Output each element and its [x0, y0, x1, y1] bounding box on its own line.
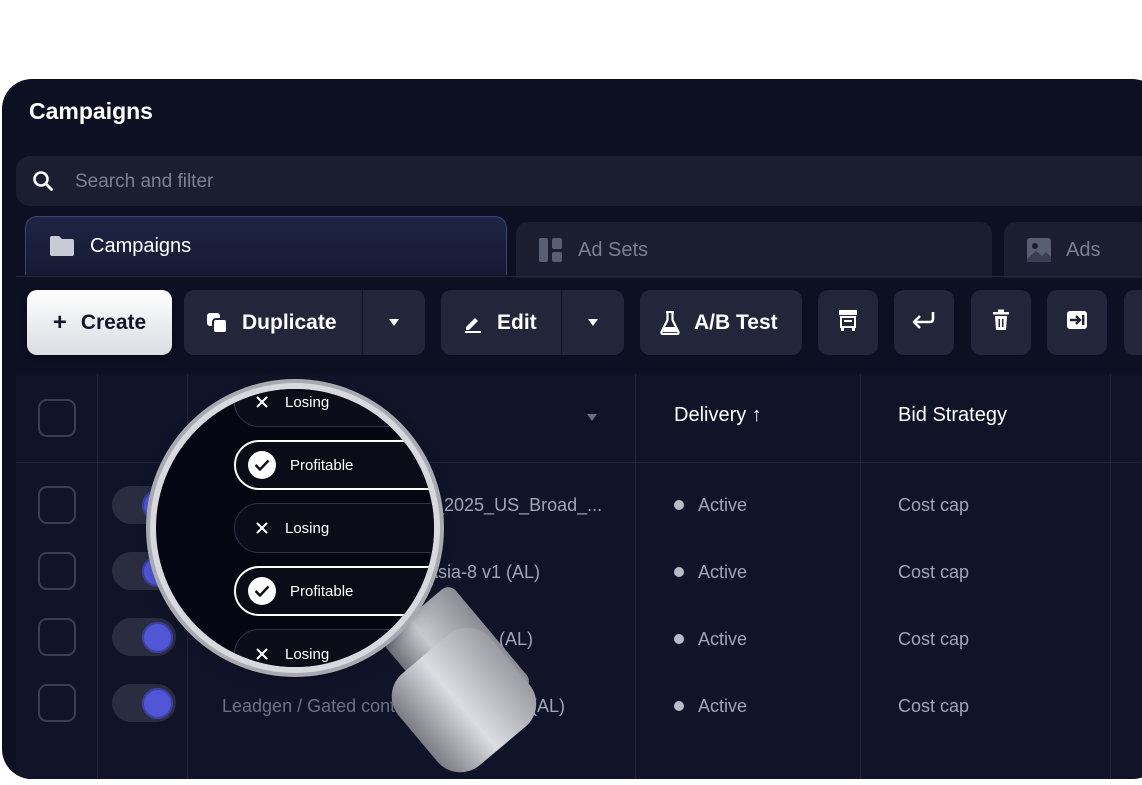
pill-label: Losing [285, 645, 330, 663]
tab-ads[interactable]: Ads [1004, 222, 1142, 278]
delete-button[interactable] [971, 290, 1031, 355]
create-label: Create [80, 310, 147, 334]
row-checkbox[interactable] [38, 684, 76, 722]
check-icon [248, 451, 276, 479]
search-icon [32, 170, 54, 197]
sort-caret-icon[interactable] [586, 409, 598, 427]
undo-button[interactable] [894, 290, 954, 355]
grid-icon [538, 237, 564, 263]
ab-test-label: A/B Test [694, 310, 778, 334]
campaigns-panel: Campaigns Campaigns Ad Sets Ads + Create… [2, 79, 1142, 779]
search-input[interactable] [73, 156, 677, 208]
trash-icon [992, 309, 1010, 337]
column-header-delivery[interactable]: Delivery ↑ [674, 404, 762, 427]
column-divider [860, 374, 861, 779]
copy-icon [206, 312, 228, 334]
status-pill-profitable: Profitable [234, 440, 434, 490]
pill-label: Profitable [290, 456, 354, 474]
plus-icon: + [52, 308, 67, 336]
status-dot [674, 701, 684, 711]
status-pill-profitable: Profitable [234, 566, 434, 616]
row-checkbox[interactable] [38, 552, 76, 590]
status-pill-losing: Losing [234, 629, 434, 667]
close-icon [255, 647, 269, 661]
toggle-knob [142, 622, 173, 653]
tab-label: Campaigns [90, 234, 192, 257]
pill-label: Losing [285, 393, 330, 411]
toggle-knob [142, 688, 173, 719]
tab-label: Ads [1066, 238, 1101, 261]
close-icon [255, 395, 269, 409]
export-icon [1066, 310, 1088, 336]
campaign-name[interactable]: Asia-8 v1 (AL) [426, 562, 540, 583]
row-checkbox[interactable] [38, 618, 76, 656]
folder-icon [48, 234, 76, 258]
tab-campaigns[interactable]: Campaigns [25, 216, 507, 275]
column-divider [635, 374, 636, 779]
bid-strategy: Cost cap [898, 562, 970, 582]
bid-strategy: Cost cap [898, 629, 970, 649]
check-icon [248, 577, 276, 605]
row-checkbox[interactable] [38, 486, 76, 524]
bid-strategy: Cost cap [898, 696, 970, 716]
image-icon [1026, 237, 1052, 263]
duplicate-label: Duplicate [242, 310, 337, 334]
edit-button[interactable]: Edit [441, 290, 624, 355]
campaign-name[interactable]: _2025_US_Broad_... [434, 495, 602, 516]
delivery-status: Active [698, 629, 748, 649]
chevron-down-icon[interactable] [362, 290, 425, 355]
bid-strategy: Cost cap [898, 495, 970, 515]
flask-icon [660, 310, 680, 335]
return-arrow-icon [912, 311, 936, 335]
chevron-down-icon[interactable] [561, 290, 624, 355]
column-divider [1110, 374, 1111, 779]
status-pill-losing: Losing [234, 389, 434, 427]
delivery-status: Active [698, 495, 748, 515]
status-dot [674, 500, 684, 510]
close-icon [255, 521, 269, 535]
campaign-toggle[interactable] [112, 618, 176, 656]
status-dot [674, 634, 684, 644]
delivery-status: Active [698, 696, 748, 716]
edit-label: Edit [497, 310, 537, 334]
column-divider [97, 374, 98, 779]
magnifier-lens: Losing Profitable Losing Profitable Losi… [156, 389, 434, 667]
page-title: Campaigns [29, 98, 153, 124]
status-pill-losing: Losing [234, 503, 434, 553]
archive-icon [838, 309, 858, 337]
tab-label: Ad Sets [578, 238, 649, 261]
column-header-bid-strategy[interactable]: Bid Strategy [898, 404, 1007, 427]
delivery-status: Active [698, 562, 748, 582]
pill-label: Profitable [290, 582, 354, 600]
pencil-icon [463, 313, 483, 333]
pill-label: Losing [285, 519, 330, 537]
tab-ad-sets[interactable]: Ad Sets [516, 222, 992, 278]
archive-button[interactable] [818, 290, 878, 355]
create-button[interactable]: + Create [27, 290, 172, 355]
status-dot [674, 567, 684, 577]
tabs-divider [16, 276, 1142, 277]
ab-test-button[interactable]: A/B Test [640, 290, 802, 355]
more-button[interactable] [1124, 290, 1142, 355]
select-all-checkbox[interactable] [38, 399, 76, 437]
campaign-toggle[interactable] [112, 684, 176, 722]
duplicate-button[interactable]: Duplicate [184, 290, 425, 355]
search-bar[interactable] [16, 156, 1142, 208]
export-button[interactable] [1047, 290, 1107, 355]
